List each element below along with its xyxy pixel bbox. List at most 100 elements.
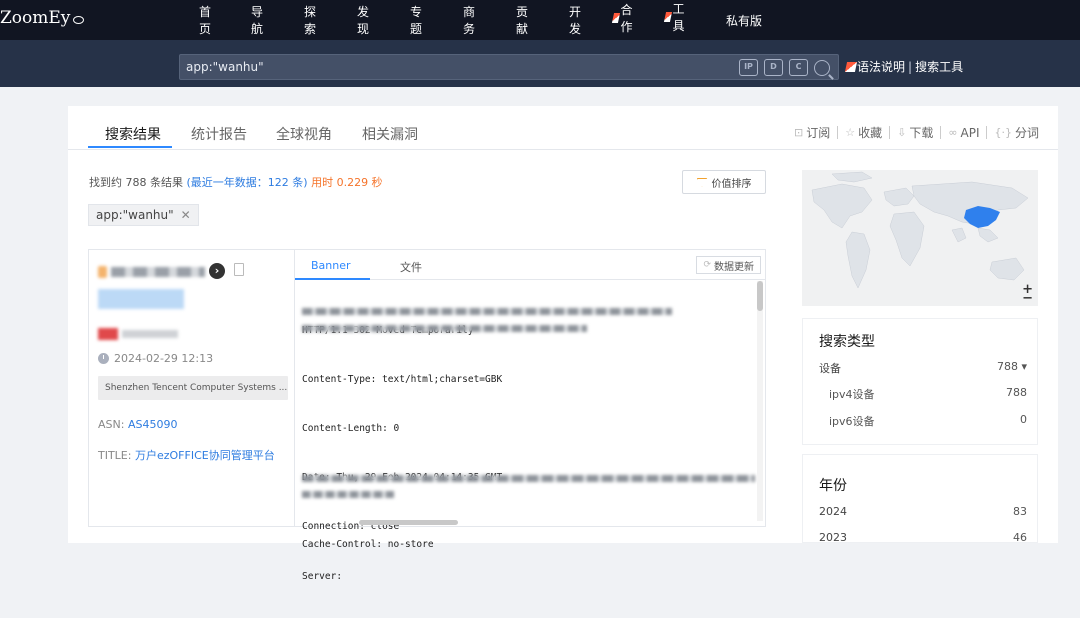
banner-text: Cache-Control: no-store	[302, 504, 434, 586]
nav-contribute[interactable]: 贡献	[516, 5, 528, 36]
redacted-location	[122, 330, 178, 338]
diamond-icon	[696, 177, 708, 187]
nav-tools[interactable]: 工具	[663, 2, 688, 33]
search-input[interactable]: app:"wanhu" IP D C	[179, 54, 839, 80]
divider	[986, 126, 988, 139]
link-icon: ∞	[948, 126, 958, 139]
subscribe-button[interactable]: ⊡ 订阅	[794, 124, 830, 141]
syntax-help-link[interactable]: 语法说明	[857, 58, 905, 75]
facet-row-ipv4[interactable]: ipv4设备 788	[829, 386, 1027, 402]
tab-related-vulns[interactable]: 相关漏洞	[362, 124, 418, 144]
favorite-label: 收藏	[858, 126, 883, 140]
api-label: API	[960, 125, 980, 140]
arrow-right-icon[interactable]: ›	[209, 263, 225, 279]
star-icon: ☆	[845, 126, 856, 139]
facet-row-year[interactable]: 2023 46	[819, 531, 1027, 544]
close-icon[interactable]: ✕	[181, 208, 191, 222]
download-button[interactable]: ⇩ 下载	[897, 124, 933, 141]
result-detail: Banner 文件 ⟳ 数据更新 HTTP/1.1 302 Moved Temp…	[295, 250, 765, 582]
api-button[interactable]: ∞ API	[948, 126, 979, 140]
facet-title: 搜索类型	[819, 334, 875, 350]
tab-files[interactable]: 文件	[400, 259, 422, 275]
facet-row-devices[interactable]: 设备 788 ▾	[819, 360, 1027, 376]
clock-icon	[98, 353, 109, 364]
asn-link[interactable]: AS45090	[128, 418, 178, 431]
scan-date: 2024-02-29 12:13	[98, 352, 213, 365]
horizontal-scrollbar[interactable]	[359, 520, 458, 525]
asn-row: ASN: AS45090	[98, 418, 177, 431]
search-query-text[interactable]: app:"wanhu"	[186, 60, 264, 74]
results-tabs: 搜索结果 统计报告 全球视角 相关漏洞 ⊡ 订阅 ☆ 收藏 ⇩ 下载 ∞ API {·}…	[68, 106, 1058, 150]
hot-flag-icon	[663, 12, 673, 22]
top-navbar: ZoomEy 首页 导航 探索 发现 专题 商务 贡献 开发 合作 工具 私有版	[0, 0, 1080, 40]
data-update-button[interactable]: ⟳ 数据更新	[696, 256, 761, 274]
search-icon[interactable]	[814, 59, 830, 76]
facet-search-type: 搜索类型 设备 788 ▾ ipv4设备 788 ipv6设备 0	[802, 318, 1038, 445]
brackets-icon: {·}	[994, 126, 1012, 139]
title-label: TITLE:	[98, 449, 135, 462]
world-map[interactable]: + −	[802, 170, 1038, 306]
domain-search-icon[interactable]: D	[764, 59, 783, 76]
facet-label: 2024	[819, 505, 847, 518]
value-sort-label: 价值排序	[711, 178, 752, 190]
tab-banner[interactable]: Banner	[311, 259, 351, 272]
zoom-out-button[interactable]: −	[1022, 292, 1033, 305]
title-row: TITLE: 万户ezOFFICE协同管理平台	[98, 447, 275, 463]
organization-badge[interactable]: Shenzhen Tencent Computer Systems ...	[98, 376, 288, 400]
facet-row-ipv6[interactable]: ipv6设备 0	[829, 413, 1027, 429]
recent-year-count[interactable]: (最近一年数据：122 条)	[187, 176, 308, 189]
result-actions: ⊡ 订阅 ☆ 收藏 ⇩ 下载 ∞ API {·} 分词	[794, 124, 1039, 141]
nav-discover[interactable]: 发现	[357, 5, 369, 36]
nav-tools-label: 工具	[672, 2, 685, 33]
nav-topics[interactable]: 专题	[410, 5, 422, 36]
nav-develop[interactable]: 开发	[569, 5, 581, 36]
facet-count: 788 ▾	[996, 360, 1027, 373]
search-tools-link[interactable]: 搜索工具	[915, 58, 963, 75]
facet-label: ipv6设备	[829, 415, 875, 428]
cert-search-icon[interactable]: C	[789, 59, 808, 76]
nav-cooperate[interactable]: 合作	[611, 3, 636, 34]
tokenize-label: 分词	[1014, 126, 1039, 140]
nav-home[interactable]: 首页	[199, 5, 211, 36]
active-tab-indicator	[88, 146, 172, 148]
divider	[940, 126, 942, 139]
map-zoom-controls: + −	[1022, 283, 1033, 305]
result-meta: › 2024-02-29 12:13 Shenzhen Tencent Comp…	[89, 250, 295, 526]
redacted-hostname[interactable]	[98, 289, 184, 309]
data-update-label: 数据更新	[714, 261, 754, 273]
zoomeye-logo[interactable]: ZoomEy	[0, 8, 85, 28]
download-icon: ⇩	[897, 126, 907, 139]
favorite-button[interactable]: ☆ 收藏	[845, 124, 882, 141]
title-link[interactable]: 万户ezOFFICE协同管理平台	[135, 449, 275, 462]
tab-statistics[interactable]: 统计报告	[191, 124, 247, 144]
banner-line: Content-Type: text/html;charset=GBK	[302, 373, 503, 385]
vertical-scrollbar[interactable]	[757, 281, 763, 521]
facet-title: 年份	[819, 478, 847, 494]
subscribe-label: 订阅	[806, 126, 831, 140]
banner-line: Cache-Control: no-store	[302, 538, 434, 550]
facet-row-year[interactable]: 2024 83	[819, 505, 1027, 518]
asn-label: ASN:	[98, 418, 128, 431]
results-summary: 找到约 788 条结果 (最近一年数据：122 条) 用时 0.229 秒	[89, 174, 383, 190]
copy-icon[interactable]	[234, 263, 244, 276]
facet-label: ipv4设备	[829, 388, 875, 401]
scroll-thumb[interactable]	[757, 281, 763, 311]
active-detail-tab-indicator	[295, 278, 370, 280]
results-card: 搜索结果 统计报告 全球视角 相关漏洞 ⊡ 订阅 ☆ 收藏 ⇩ 下载 ∞ API {·}…	[68, 106, 1058, 582]
redacted-banner-line	[302, 308, 672, 315]
eye-icon	[73, 16, 85, 24]
nav-explore[interactable]: 探索	[304, 5, 316, 36]
tokenize-button[interactable]: {·} 分词	[994, 124, 1039, 141]
found-count: 找到约 788 条结果	[89, 176, 183, 189]
redacted-banner-line	[302, 325, 587, 332]
ip-search-icon[interactable]: IP	[739, 59, 758, 76]
nav-navigation[interactable]: 导航	[251, 5, 263, 36]
value-sort-button[interactable]: 价值排序	[682, 170, 766, 194]
world-map-graphic	[811, 171, 1029, 289]
tab-search-results[interactable]: 搜索结果	[105, 124, 161, 144]
tab-global-view[interactable]: 全球视角	[276, 124, 332, 144]
redacted-ip-address[interactable]	[111, 267, 205, 277]
scan-date-value: 2024-02-29 12:13	[114, 352, 214, 365]
nav-business[interactable]: 商务	[463, 5, 475, 36]
nav-private[interactable]: 私有版	[726, 12, 762, 28]
